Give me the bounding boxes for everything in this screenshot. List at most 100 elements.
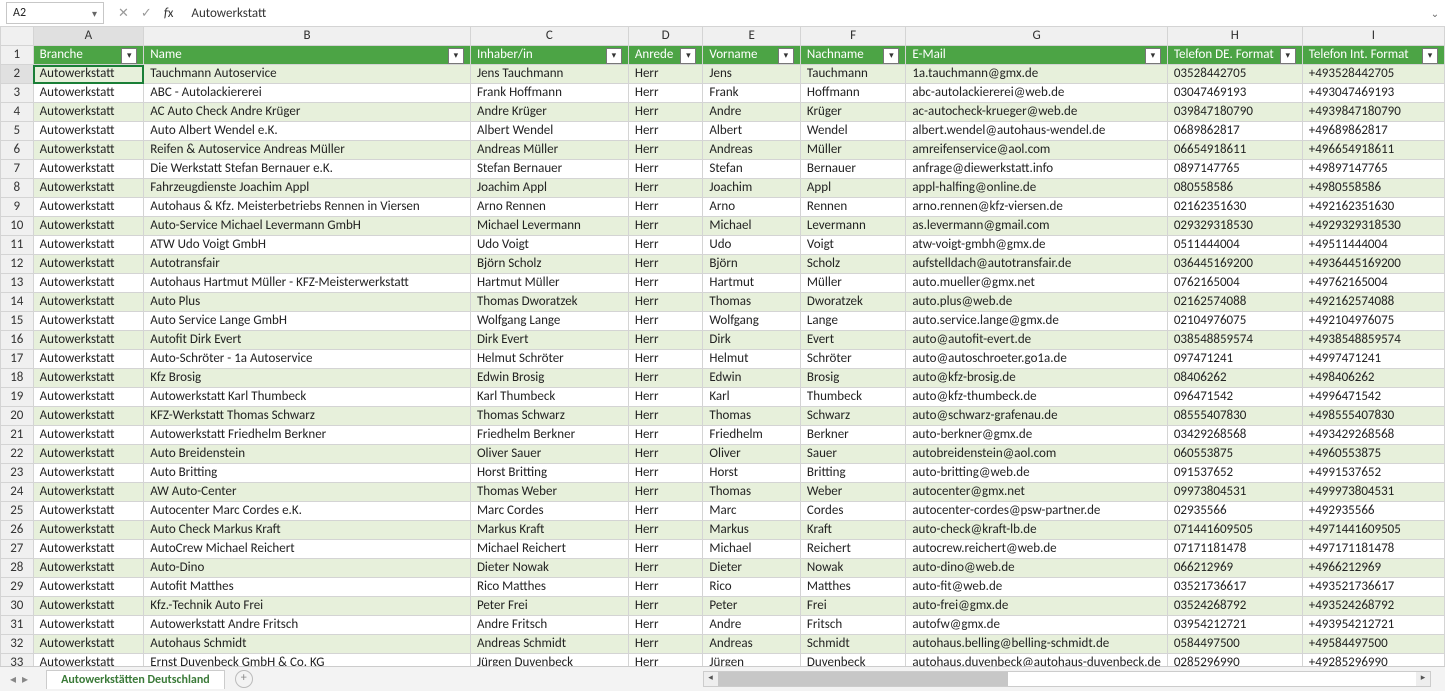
cell[interactable]: Dirk Evert xyxy=(470,331,628,350)
cell[interactable]: Oliver Sauer xyxy=(470,445,628,464)
cell[interactable]: Andre Krüger xyxy=(470,103,628,122)
column-header[interactable]: G xyxy=(906,27,1168,46)
cell[interactable]: autohaus.duvenbeck@autohaus-duvenbeck.de xyxy=(906,654,1168,668)
cell[interactable]: 0511444004 xyxy=(1167,236,1302,255)
cell[interactable]: Herr xyxy=(628,293,703,312)
row-header[interactable]: 7 xyxy=(1,160,34,179)
cell[interactable]: Michael Reichert xyxy=(470,540,628,559)
cell[interactable]: Herr xyxy=(628,654,703,668)
cell[interactable]: Helmut Schröter xyxy=(470,350,628,369)
filter-dropdown-icon[interactable]: ▾ xyxy=(778,48,794,64)
cell[interactable]: Matthes xyxy=(800,578,905,597)
cell[interactable]: +499973804531 xyxy=(1302,483,1444,502)
expand-formula-bar-icon[interactable]: ⌄ xyxy=(1425,7,1445,20)
row-header[interactable]: 3 xyxy=(1,84,34,103)
cell[interactable]: Tauchmann Autoservice xyxy=(144,65,471,84)
cell[interactable]: Kfz.-Technik Auto Frei xyxy=(144,597,471,616)
cell[interactable]: Hartmut xyxy=(703,274,801,293)
cell[interactable]: auto@kfz-thumbeck.de xyxy=(906,388,1168,407)
cell[interactable]: Udo xyxy=(703,236,801,255)
cell[interactable]: Herr xyxy=(628,274,703,293)
row-header[interactable]: 33 xyxy=(1,654,34,668)
cell[interactable]: Joachim Appl xyxy=(470,179,628,198)
cell[interactable]: 060553875 xyxy=(1167,445,1302,464)
cell[interactable]: 02104976075 xyxy=(1167,312,1302,331)
cell[interactable]: Autowerkstatt xyxy=(33,331,144,350)
cell[interactable]: Autowerkstatt xyxy=(33,122,144,141)
cell[interactable]: Stefan xyxy=(703,160,801,179)
cell[interactable]: Bernauer xyxy=(800,160,905,179)
filter-dropdown-icon[interactable]: ▾ xyxy=(121,48,137,64)
cell[interactable]: Autowerkstatt xyxy=(33,654,144,668)
cell[interactable]: Dieter Nowak xyxy=(470,559,628,578)
cell[interactable]: Thomas xyxy=(703,483,801,502)
cell[interactable]: Herr xyxy=(628,217,703,236)
cell[interactable]: +49689862817 xyxy=(1302,122,1444,141)
cell[interactable]: Autowerkstatt xyxy=(33,274,144,293)
cell[interactable]: auto-britting@web.de xyxy=(906,464,1168,483)
cell[interactable]: Autocenter Marc Cordes e.K. xyxy=(144,502,471,521)
cell[interactable]: Autowerkstatt xyxy=(33,293,144,312)
cell[interactable]: 039847180790 xyxy=(1167,103,1302,122)
cell[interactable]: Auto-Service Michael Levermann GmbH xyxy=(144,217,471,236)
cell[interactable]: Rico xyxy=(703,578,801,597)
cell[interactable]: 096471542 xyxy=(1167,388,1302,407)
cell[interactable]: Herr xyxy=(628,179,703,198)
cell[interactable]: +4991537652 xyxy=(1302,464,1444,483)
cell[interactable]: Herr xyxy=(628,331,703,350)
cell[interactable]: Herr xyxy=(628,84,703,103)
cell[interactable]: Albert Wendel xyxy=(470,122,628,141)
cell[interactable]: Krüger xyxy=(800,103,905,122)
filter-dropdown-icon[interactable]: ▾ xyxy=(1280,48,1296,64)
cell[interactable]: Kfz Brosig xyxy=(144,369,471,388)
cell[interactable]: +492162574088 xyxy=(1302,293,1444,312)
cell[interactable]: auto@autoschroeter.go1a.de xyxy=(906,350,1168,369)
cell[interactable]: ABC - Autolackiererei xyxy=(144,84,471,103)
cell[interactable]: Friedhelm Berkner xyxy=(470,426,628,445)
cell[interactable]: Autowerkstatt xyxy=(33,483,144,502)
cell[interactable]: autobreidenstein@aol.com xyxy=(906,445,1168,464)
row-header[interactable]: 14 xyxy=(1,293,34,312)
cell[interactable]: Albert xyxy=(703,122,801,141)
cell[interactable]: autohaus.belling@belling-schmidt.de xyxy=(906,635,1168,654)
row-header[interactable]: 5 xyxy=(1,122,34,141)
cell[interactable]: Autowerkstatt xyxy=(33,84,144,103)
cell[interactable]: Karl xyxy=(703,388,801,407)
cell[interactable]: Dworatzek xyxy=(800,293,905,312)
cell[interactable]: 03521736617 xyxy=(1167,578,1302,597)
cell[interactable]: Autowerkstatt xyxy=(33,521,144,540)
cell[interactable]: auto.mueller@gmx.net xyxy=(906,274,1168,293)
cell[interactable]: Herr xyxy=(628,312,703,331)
row-header[interactable]: 28 xyxy=(1,559,34,578)
table-header-cell[interactable]: Telefon DE. Format▾ xyxy=(1167,46,1302,65)
cell[interactable]: Berkner xyxy=(800,426,905,445)
cell[interactable]: 0584497500 xyxy=(1167,635,1302,654)
cell[interactable]: Autowerkstatt Andre Fritsch xyxy=(144,616,471,635)
cell[interactable]: Herr xyxy=(628,464,703,483)
sheet-tab-active[interactable]: Autowerkstätten Deutschland xyxy=(46,670,225,689)
formula-input[interactable]: Autowerkstatt xyxy=(181,6,1425,21)
cell[interactable]: appl-halfing@online.de xyxy=(906,179,1168,198)
cell[interactable]: Stefan Bernauer xyxy=(470,160,628,179)
cell[interactable]: Autowerkstatt xyxy=(33,616,144,635)
cell[interactable]: +4939847180790 xyxy=(1302,103,1444,122)
cell[interactable]: autocrew.reichert@web.de xyxy=(906,540,1168,559)
row-header[interactable]: 32 xyxy=(1,635,34,654)
cell[interactable]: +4971441609505 xyxy=(1302,521,1444,540)
cell[interactable]: KFZ-Werkstatt Thomas Schwarz xyxy=(144,407,471,426)
cell[interactable]: Herr xyxy=(628,559,703,578)
cell[interactable]: Autowerkstatt Friedhelm Berkner xyxy=(144,426,471,445)
cell[interactable]: Björn Scholz xyxy=(470,255,628,274)
cell[interactable]: +492104976075 xyxy=(1302,312,1444,331)
cell[interactable]: Jürgen xyxy=(703,654,801,668)
cell[interactable]: ATW Udo Voigt GmbH xyxy=(144,236,471,255)
cell[interactable]: 02935566 xyxy=(1167,502,1302,521)
fx-icon[interactable]: fx xyxy=(164,6,174,21)
cell[interactable]: albert.wendel@autohaus-wendel.de xyxy=(906,122,1168,141)
cell[interactable]: Autowerkstatt xyxy=(33,236,144,255)
cell[interactable]: Brosig xyxy=(800,369,905,388)
cell[interactable]: 036445169200 xyxy=(1167,255,1302,274)
cell[interactable]: autocenter-cordes@psw-partner.de xyxy=(906,502,1168,521)
cell[interactable]: Andreas xyxy=(703,635,801,654)
table-header-cell[interactable]: Branche▾ xyxy=(33,46,144,65)
